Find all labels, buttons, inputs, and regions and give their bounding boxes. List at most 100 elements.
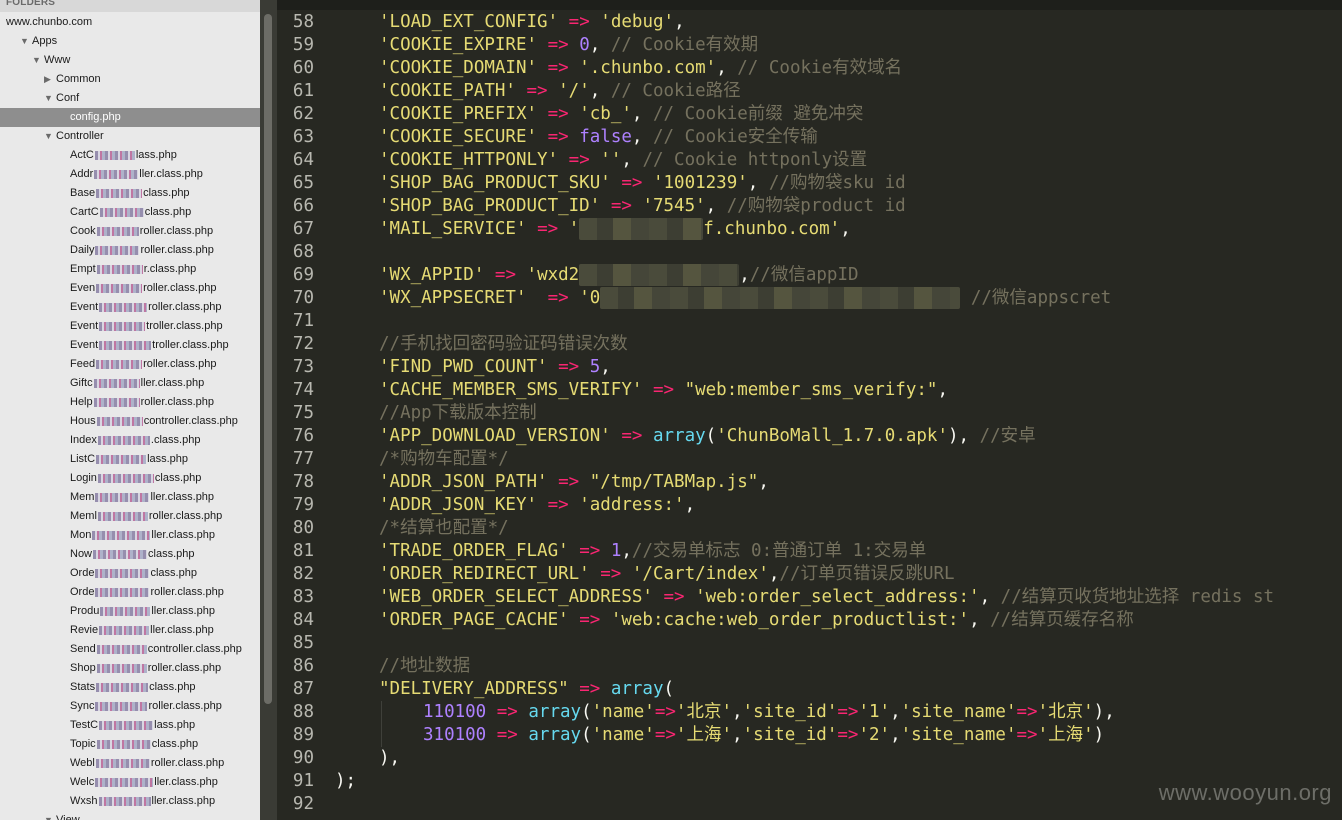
punctuation-token: [600, 196, 611, 216]
tree-file[interactable]: Hous controller.class.php: [0, 412, 260, 431]
code-line[interactable]: 'CACHE_MEMBER_SMS_VERIFY' => "web:member…: [379, 379, 948, 402]
tree-item-label-start: Base: [70, 187, 96, 199]
code-editor[interactable]: 58 59 60 61 62 63 64 65 66 67 68 69 70 71 72 73 74 75 76 77…: [277, 0, 1342, 820]
disclosure-closed-icon[interactable]: ▶: [44, 70, 56, 89]
code-line[interactable]: 'MAIL_SERVICE' => ' f.chunbo.com',: [379, 218, 851, 241]
string-token: 'WX_APPID': [379, 265, 485, 285]
tree-file[interactable]: Orde class.php: [0, 564, 260, 583]
tree-file[interactable]: www.chunbo.com: [0, 13, 260, 32]
tree-folder[interactable]: ▶ Common: [0, 70, 260, 89]
line-number: 62: [292, 104, 314, 124]
tree-file[interactable]: Daily roller.class.php: [0, 241, 260, 260]
redacted-text: [96, 283, 143, 293]
code-line[interactable]: 'COOKIE_SECURE' => false, // Cookie安全传输: [379, 126, 818, 149]
tree-file[interactable]: Empt r.class.php: [0, 260, 260, 279]
line-number: 63: [292, 127, 314, 147]
tree-file[interactable]: Meml roller.class.php: [0, 507, 260, 526]
tree-file[interactable]: TestC lass.php: [0, 716, 260, 735]
disclosure-open-icon[interactable]: ▼: [44, 127, 56, 146]
code-line[interactable]: 110100 => array('name'=>'北京','site_id'=>…: [423, 701, 1115, 724]
tree-file[interactable]: config.php: [0, 108, 260, 127]
tree-file[interactable]: ListC lass.php: [0, 450, 260, 469]
tree-folder[interactable]: ▼ Www: [0, 51, 260, 70]
redacted-text: [95, 777, 154, 787]
punctuation-token: (: [663, 679, 675, 699]
code-line[interactable]: 'SHOP_BAG_PRODUCT_SKU' => '1001239', //购…: [379, 172, 906, 195]
code-line[interactable]: /*结算也配置*/: [379, 517, 509, 540]
punctuation-token: [611, 173, 622, 193]
tree-file[interactable]: Mem ller.class.php: [0, 488, 260, 507]
code-line[interactable]: 'SHOP_BAG_PRODUCT_ID' => '7545', //购物袋pr…: [379, 195, 906, 218]
tree-file[interactable]: Topic class.php: [0, 735, 260, 754]
tree-file[interactable]: Revie ller.class.php: [0, 621, 260, 640]
tree-folder[interactable]: ▼ Controller: [0, 127, 260, 146]
code-line[interactable]: );: [335, 770, 356, 793]
redacted-text: [95, 245, 140, 255]
code-line[interactable]: 'APP_DOWNLOAD_VERSION' => array('ChunBoM…: [379, 425, 1036, 448]
code-line[interactable]: //手机找回密码验证码错误次数: [379, 333, 628, 356]
redacted-text: [95, 701, 148, 711]
tree-item-label-start: TestC: [70, 719, 99, 731]
comment-token: // Cookie路径: [610, 81, 741, 101]
tree-file[interactable]: Index .class.php: [0, 431, 260, 450]
tree-file[interactable]: Welc ller.class.php: [0, 773, 260, 792]
tree-file[interactable]: Shop roller.class.php: [0, 659, 260, 678]
tree-file[interactable]: Sync roller.class.php: [0, 697, 260, 716]
tree-file[interactable]: Even roller.class.php: [0, 279, 260, 298]
code-line[interactable]: //地址数据: [379, 655, 470, 678]
tree-file[interactable]: CartC class.php: [0, 203, 260, 222]
tree-file[interactable]: Addr ller.class.php: [0, 165, 260, 184]
sidebar-scrollbar[interactable]: [260, 0, 277, 820]
tree-file[interactable]: Send controller.class.php: [0, 640, 260, 659]
code-line[interactable]: 'TRADE_ORDER_FLAG' => 1,//交易单标志 0:普通订单 1…: [379, 540, 926, 563]
function-token: array: [610, 679, 664, 699]
tree-file[interactable]: Event troller.class.php: [0, 336, 260, 355]
code-area[interactable]: 'LOAD_EXT_CONFIG' => 'debug', 'COOKIE_EXP…: [335, 0, 1335, 820]
disclosure-open-icon[interactable]: ▼: [44, 89, 56, 108]
code-line[interactable]: 'COOKIE_DOMAIN' => '.chunbo.com', // Coo…: [379, 57, 902, 80]
tree-file[interactable]: Webl roller.class.php: [0, 754, 260, 773]
tree-file[interactable]: ActC lass.php: [0, 146, 260, 165]
disclosure-open-icon[interactable]: ▼: [44, 811, 56, 820]
code-line[interactable]: 'COOKIE_PATH' => '/', // Cookie路径: [379, 80, 741, 103]
code-line[interactable]: 'ORDER_PAGE_CACHE' => 'web:cache:web_ord…: [379, 609, 1134, 632]
code-line[interactable]: /*购物车配置*/: [379, 448, 509, 471]
code-line[interactable]: "DELIVERY_ADDRESS" => array(: [379, 678, 674, 701]
sidebar-scrollbar-thumb[interactable]: [264, 14, 272, 704]
code-line[interactable]: 'ADDR_JSON_PATH' => "/tmp/TABMap.js",: [379, 471, 769, 494]
punctuation-token: [960, 288, 971, 308]
code-line[interactable]: //App下载版本控制: [379, 402, 537, 425]
tree-file[interactable]: Help roller.class.php: [0, 393, 260, 412]
tree-file[interactable]: Event roller.class.php: [0, 298, 260, 317]
disclosure-open-icon[interactable]: ▼: [20, 32, 32, 51]
tree-file[interactable]: Mon ller.class.php: [0, 526, 260, 545]
tree-file[interactable]: Wxsh ller.class.php: [0, 792, 260, 811]
code-line[interactable]: 'FIND_PWD_COUNT' => 5,: [379, 356, 611, 379]
tree-file[interactable]: Orde roller.class.php: [0, 583, 260, 602]
code-line[interactable]: 'LOAD_EXT_CONFIG' => 'debug',: [379, 11, 685, 34]
tree-file[interactable]: Giftc ller.class.php: [0, 374, 260, 393]
code-line[interactable]: 310100 => array('name'=>'上海','site_id'=>…: [423, 724, 1104, 747]
tree-file[interactable]: Cook roller.class.php: [0, 222, 260, 241]
disclosure-open-icon[interactable]: ▼: [32, 51, 44, 70]
tree-folder[interactable]: ▼ Conf: [0, 89, 260, 108]
tree-file[interactable]: Base class.php: [0, 184, 260, 203]
code-line[interactable]: 'WX_APPSECRET' => '0 //微信appscret: [379, 287, 1111, 310]
code-line[interactable]: 'ORDER_REDIRECT_URL' => '/Cart/index',//…: [379, 563, 955, 586]
tree-file[interactable]: Produ ller.class.php: [0, 602, 260, 621]
code-line[interactable]: ),: [379, 747, 400, 770]
tree-file[interactable]: Event troller.class.php: [0, 317, 260, 336]
code-line[interactable]: 'COOKIE_HTTPONLY' => '', // Cookie httpo…: [379, 149, 867, 172]
tree-folder[interactable]: ▼ View: [0, 811, 260, 820]
tree-file[interactable]: Feed roller.class.php: [0, 355, 260, 374]
code-line[interactable]: 'COOKIE_EXPIRE' => 0, // Cookie有效期: [379, 34, 758, 57]
tree-file[interactable]: Now class.php: [0, 545, 260, 564]
tree-file[interactable]: Login class.php: [0, 469, 260, 488]
code-line[interactable]: 'ADDR_JSON_KEY' => 'address:',: [379, 494, 695, 517]
code-line[interactable]: 'WEB_ORDER_SELECT_ADDRESS' => 'web:order…: [379, 586, 1274, 609]
tree-item-label-end: lass.php: [154, 719, 196, 731]
tree-folder[interactable]: ▼ Apps: [0, 32, 260, 51]
tree-file[interactable]: Stats class.php: [0, 678, 260, 697]
code-line[interactable]: 'COOKIE_PREFIX' => 'cb_', // Cookie前缀 避免…: [379, 103, 863, 126]
code-line[interactable]: 'WX_APPID' => 'wxd2 ,//微信appID: [379, 264, 859, 287]
